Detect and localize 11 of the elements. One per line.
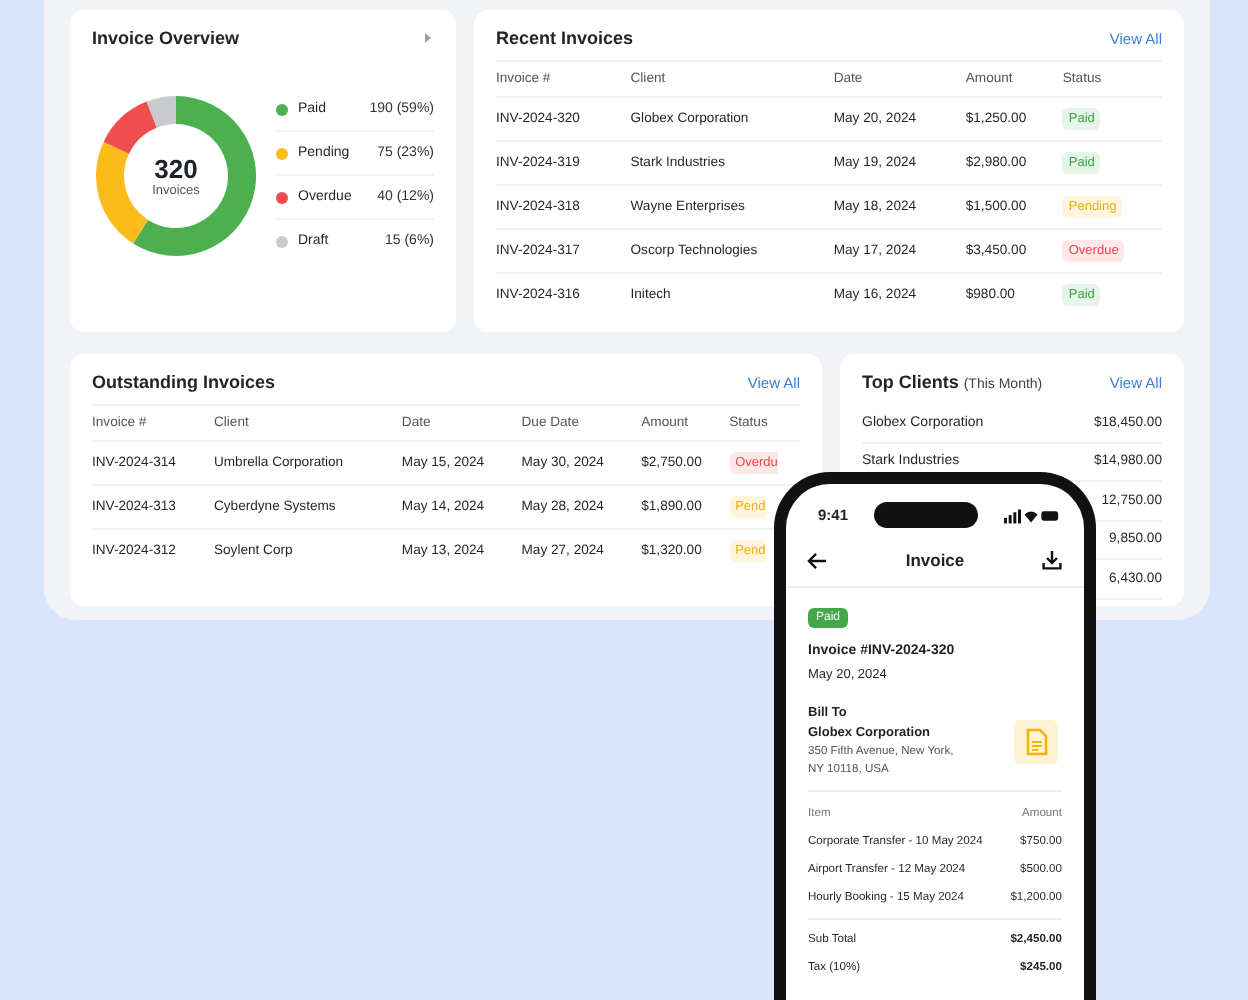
card-title: Recent Invoices (496, 28, 634, 48)
dynamic-island (874, 502, 978, 528)
card-title: Outstanding Invoices (92, 372, 276, 392)
card-title: Invoice Overview (92, 28, 240, 48)
download-icon[interactable] (1041, 550, 1062, 570)
document-icon (1014, 719, 1058, 763)
status-icons (1003, 507, 1060, 523)
chevron-icon[interactable] (422, 32, 434, 44)
total-count: 320 (154, 153, 198, 183)
screen-title: Invoice (905, 550, 965, 570)
back-arrow-icon[interactable] (806, 551, 828, 569)
